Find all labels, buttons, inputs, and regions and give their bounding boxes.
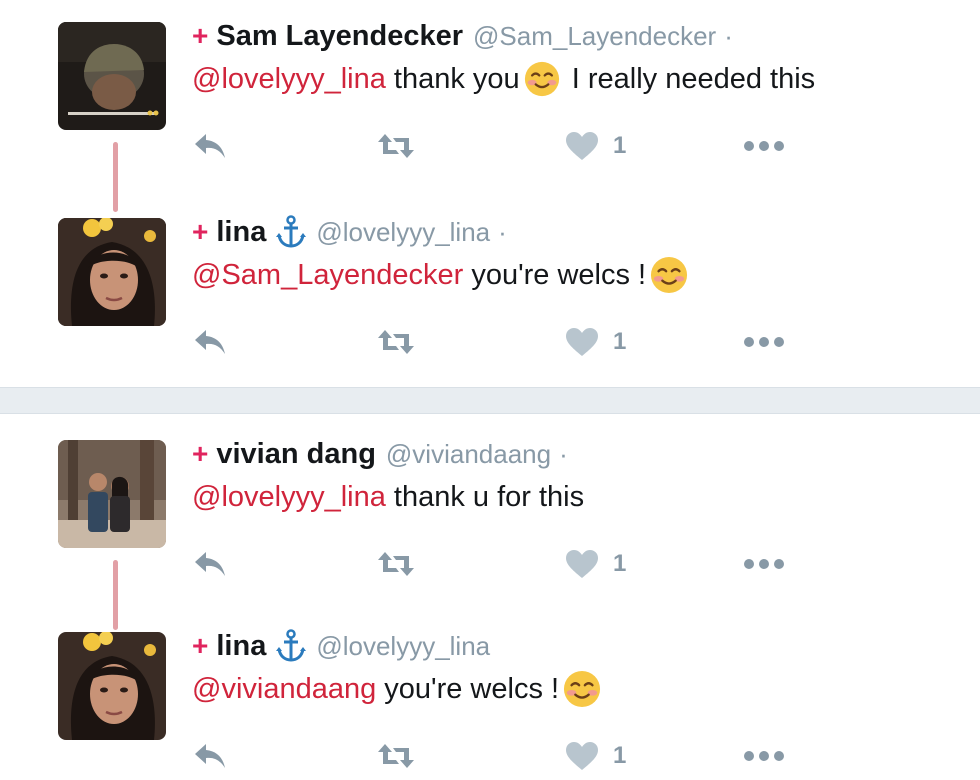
tweet-text-part: you're welcs ! xyxy=(376,672,560,705)
user-handle[interactable]: @lovelyyy_lina xyxy=(316,631,490,662)
mention-link[interactable]: @lovelyyy_lina xyxy=(192,63,386,96)
more-dots-icon xyxy=(742,335,786,349)
more-button[interactable] xyxy=(742,546,786,582)
retweet-button[interactable] xyxy=(376,738,416,774)
anchor-icon xyxy=(276,629,306,663)
reply-icon xyxy=(192,327,228,357)
mention-link[interactable]: @viviandaang xyxy=(192,673,376,706)
heart-icon xyxy=(565,741,599,771)
avatar[interactable] xyxy=(58,218,166,326)
follow-plus[interactable]: + xyxy=(192,630,208,662)
reply-button[interactable] xyxy=(192,324,228,360)
separator-dot: · xyxy=(724,20,733,51)
like-count: 1 xyxy=(613,742,627,769)
display-name[interactable]: lina xyxy=(216,216,266,249)
like-button[interactable]: 1 xyxy=(565,546,626,582)
retweet-button[interactable] xyxy=(376,324,416,360)
heart-icon xyxy=(565,549,599,579)
tweet-text-part: I really needed this xyxy=(563,62,816,95)
more-button[interactable] xyxy=(742,128,786,164)
tweet[interactable]: + lina @lovelyyy_lina @viviandaang you'r… xyxy=(0,610,980,780)
thread-separator xyxy=(0,387,980,414)
retweet-icon xyxy=(376,549,416,579)
tweet-actions: 1 xyxy=(192,128,812,164)
tweet-header: + Sam Layendecker @Sam_Layendecker · xyxy=(192,18,733,54)
like-button[interactable]: 1 xyxy=(565,324,626,360)
tweet[interactable]: + Sam Layendecker @Sam_Layendecker · @lo… xyxy=(0,0,980,170)
smiling-blush-emoji xyxy=(650,256,688,294)
mention-link[interactable]: @lovelyyy_lina xyxy=(192,481,386,514)
heart-icon xyxy=(565,327,599,357)
more-button[interactable] xyxy=(742,738,786,774)
display-name[interactable]: vivian dang xyxy=(216,438,376,471)
like-button[interactable]: 1 xyxy=(565,128,626,164)
like-count: 1 xyxy=(613,550,627,577)
avatar[interactable] xyxy=(58,440,166,548)
retweet-button[interactable] xyxy=(376,546,416,582)
reply-button[interactable] xyxy=(192,546,228,582)
more-dots-icon xyxy=(742,749,786,763)
follow-plus[interactable]: + xyxy=(192,438,208,470)
smiling-blush-emoji xyxy=(524,61,560,97)
heart-icon xyxy=(565,131,599,161)
tweet-text-part: thank u for this xyxy=(385,480,585,513)
conversation-thread: + vivian dang @viviandaang · @lovelyyy_l… xyxy=(0,414,980,780)
anchor-icon xyxy=(276,215,306,249)
retweet-icon xyxy=(376,327,416,357)
user-handle[interactable]: @Sam_Layendecker xyxy=(473,21,716,52)
tweet[interactable]: + lina @lovelyyy_lina · @Sam_Layendecker… xyxy=(0,196,980,366)
smiling-blush-emoji xyxy=(563,670,601,708)
avatar[interactable] xyxy=(58,22,166,130)
retweet-icon xyxy=(376,131,416,161)
separator-dot: · xyxy=(559,438,568,469)
separator-dot: · xyxy=(498,216,507,247)
follow-plus[interactable]: + xyxy=(192,20,208,52)
reply-icon xyxy=(192,741,228,771)
reply-button[interactable] xyxy=(192,738,228,774)
tweet-header: + lina @lovelyyy_lina · xyxy=(192,214,507,250)
like-button[interactable]: 1 xyxy=(565,738,626,774)
conversation-thread: + Sam Layendecker @Sam_Layendecker · @lo… xyxy=(0,0,980,387)
like-count: 1 xyxy=(613,328,627,355)
user-handle[interactable]: @lovelyyy_lina xyxy=(316,217,490,248)
more-button[interactable] xyxy=(742,324,786,360)
tweet-text: @lovelyyy_lina thank you I really needed… xyxy=(192,60,815,98)
tweet-text-part: thank you xyxy=(385,62,520,95)
tweet-actions: 1 xyxy=(192,546,812,582)
tweet-header: + lina @lovelyyy_lina xyxy=(192,628,490,664)
follow-plus[interactable]: + xyxy=(192,216,208,248)
more-dots-icon xyxy=(742,557,786,571)
tweet-text-part: you're welcs ! xyxy=(463,258,647,291)
retweet-icon xyxy=(376,741,416,771)
avatar[interactable] xyxy=(58,632,166,740)
tweet-header: + vivian dang @viviandaang · xyxy=(192,436,568,472)
reply-icon xyxy=(192,549,228,579)
like-count: 1 xyxy=(613,132,627,159)
tweet-actions: 1 xyxy=(192,324,812,360)
tweet[interactable]: + vivian dang @viviandaang · @lovelyyy_l… xyxy=(0,418,980,588)
display-name[interactable]: Sam Layendecker xyxy=(216,20,463,53)
tweet-actions: 1 xyxy=(192,738,812,774)
tweet-text: @Sam_Layendecker you're welcs ! xyxy=(192,256,692,294)
reply-button[interactable] xyxy=(192,128,228,164)
display-name[interactable]: lina xyxy=(216,630,266,663)
retweet-button[interactable] xyxy=(376,128,416,164)
mention-link[interactable]: @Sam_Layendecker xyxy=(192,259,463,292)
tweet-text: @viviandaang you're welcs ! xyxy=(192,670,605,708)
user-handle[interactable]: @viviandaang xyxy=(386,439,551,470)
more-dots-icon xyxy=(742,139,786,153)
reply-icon xyxy=(192,131,228,161)
tweet-text: @lovelyyy_lina thank u for this xyxy=(192,478,584,516)
